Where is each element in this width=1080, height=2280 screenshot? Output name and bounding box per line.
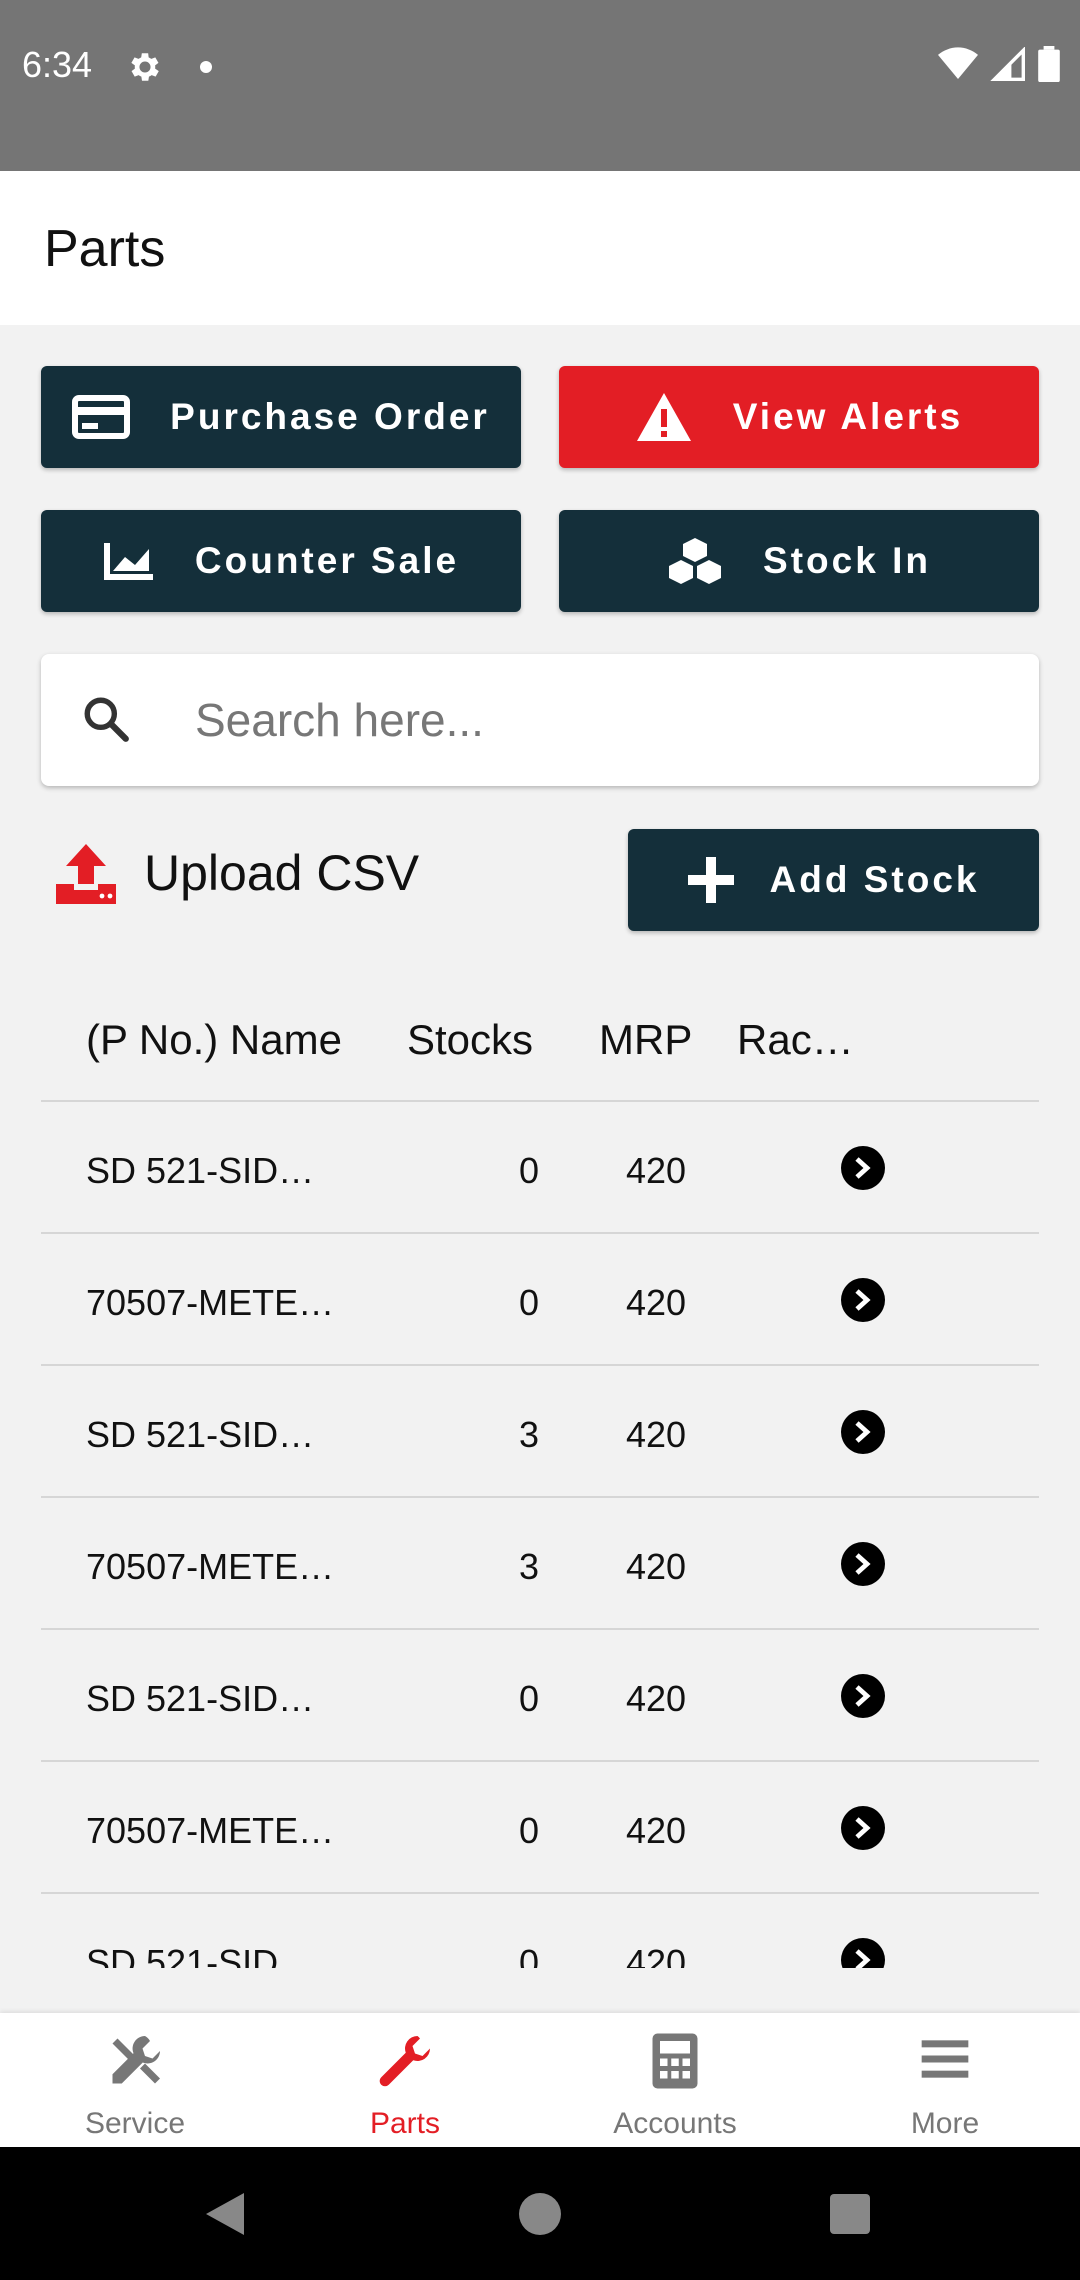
menu-icon: [921, 2040, 969, 2078]
system-navigation-bar: [0, 2147, 1080, 2280]
bottom-navigation: Service Parts Accounts More: [0, 2013, 1080, 2147]
recents-icon[interactable]: [829, 2194, 871, 2234]
header-name[interactable]: (P No.) Name: [86, 1016, 342, 1064]
nav-item-service[interactable]: Service: [0, 2013, 270, 2147]
search-box[interactable]: [41, 654, 1039, 786]
app-bar: Parts: [0, 171, 1080, 325]
parts-table: (P No.) Name Stocks MRP Rac… SD 521-SID……: [41, 980, 1039, 1968]
battery-icon: [1038, 46, 1060, 82]
wifi-icon: [938, 47, 978, 79]
nav-label-service: Service: [84, 2107, 186, 2140]
part-stock: 3: [518, 1414, 539, 1455]
chevron-right-icon[interactable]: [841, 1542, 885, 1586]
view-alerts-label: View Alerts: [732, 396, 964, 437]
table-header: (P No.) Name Stocks MRP Rac…: [41, 980, 1039, 1102]
part-name: SD 521-SID…: [86, 1678, 315, 1719]
purchase-order-label: Purchase Order: [170, 396, 490, 437]
add-stock-button[interactable]: Add Stock: [628, 829, 1039, 931]
status-time: 6:34: [22, 44, 93, 85]
header-mrp[interactable]: MRP: [599, 1016, 692, 1064]
part-stock: 0: [518, 1678, 539, 1719]
table-row[interactable]: 70507-METE… 3 420: [41, 1498, 1039, 1630]
stock-in-button[interactable]: Stock In: [559, 510, 1039, 612]
add-stock-label: Add Stock: [769, 859, 980, 900]
chevron-right-icon[interactable]: [841, 1938, 885, 1968]
counter-sale-label: Counter Sale: [194, 540, 460, 581]
notification-dot: [200, 61, 212, 73]
part-mrp: 420: [626, 1150, 687, 1191]
header-rack[interactable]: Rac…: [737, 1016, 854, 1064]
header-stocks[interactable]: Stocks: [407, 1016, 533, 1064]
tools-icon: [112, 2036, 160, 2084]
search-input[interactable]: [195, 684, 995, 756]
signal-icon: [990, 47, 1025, 81]
home-icon[interactable]: [519, 2193, 561, 2235]
part-name: SD 521-SID: [86, 1942, 279, 1968]
table-row[interactable]: SD 521-SID… 0 420: [41, 1630, 1039, 1762]
table-row[interactable]: SD 521-SID… 3 420: [41, 1366, 1039, 1498]
table-row[interactable]: 70507-METE… 0 420: [41, 1234, 1039, 1366]
upload-icon: [56, 844, 116, 904]
part-mrp: 420: [626, 1282, 687, 1323]
part-name: 70507-METE…: [86, 1810, 335, 1851]
part-mrp: 420: [626, 1942, 687, 1968]
plus-icon: [687, 857, 734, 903]
chevron-right-icon[interactable]: [841, 1410, 885, 1454]
credit-card-icon: [72, 395, 131, 439]
part-name: SD 521-SID…: [86, 1414, 315, 1455]
status-bar: 6:34: [0, 0, 1080, 171]
part-mrp: 420: [626, 1678, 687, 1719]
part-mrp: 420: [626, 1414, 687, 1455]
search-icon: [84, 697, 129, 742]
nav-item-accounts[interactable]: Accounts: [540, 2013, 810, 2147]
upload-csv-button[interactable]: Upload CSV: [54, 842, 419, 904]
part-name: 70507-METE…: [86, 1546, 335, 1587]
part-stock: 3: [518, 1546, 539, 1587]
counter-sale-button[interactable]: Counter Sale: [41, 510, 521, 612]
settings-gear-icon: [131, 53, 159, 81]
part-mrp: 420: [626, 1546, 687, 1587]
nav-label-parts: Parts: [369, 2107, 441, 2140]
part-stock: 0: [518, 1282, 539, 1323]
view-alerts-button[interactable]: View Alerts: [559, 366, 1039, 468]
chevron-right-icon[interactable]: [841, 1806, 885, 1850]
upload-csv-label: Upload CSV: [144, 845, 420, 901]
warning-icon: [636, 393, 691, 441]
chart-line-icon: [103, 543, 153, 580]
part-stock: 0: [518, 1942, 539, 1968]
nav-item-more[interactable]: More: [810, 2013, 1080, 2147]
status-icons: [938, 46, 1060, 82]
purchase-order-button[interactable]: Purchase Order: [41, 366, 521, 468]
table-row[interactable]: SD 521-SID 0 420: [41, 1894, 1039, 1968]
stock-in-label: Stock In: [763, 540, 931, 581]
part-stock: 0: [518, 1810, 539, 1851]
nav-item-parts[interactable]: Parts: [270, 2013, 540, 2147]
page-title: Parts: [44, 220, 166, 278]
nav-label-more: More: [910, 2107, 980, 2140]
wrench-icon: [379, 2036, 430, 2087]
part-name: SD 521-SID…: [86, 1150, 315, 1191]
chevron-right-icon[interactable]: [841, 1146, 885, 1190]
part-name: 70507-METE…: [86, 1282, 335, 1323]
boxes-icon: [669, 538, 722, 584]
chevron-right-icon[interactable]: [841, 1278, 885, 1322]
table-row[interactable]: SD 521-SID… 0 420: [41, 1102, 1039, 1234]
table-row[interactable]: 70507-METE… 0 420: [41, 1762, 1039, 1894]
part-stock: 0: [518, 1150, 539, 1191]
nav-label-accounts: Accounts: [613, 2107, 737, 2140]
chevron-right-icon[interactable]: [841, 1674, 885, 1718]
part-mrp: 420: [626, 1810, 687, 1851]
calculator-icon: [652, 2033, 698, 2089]
back-icon[interactable]: [204, 2191, 246, 2237]
